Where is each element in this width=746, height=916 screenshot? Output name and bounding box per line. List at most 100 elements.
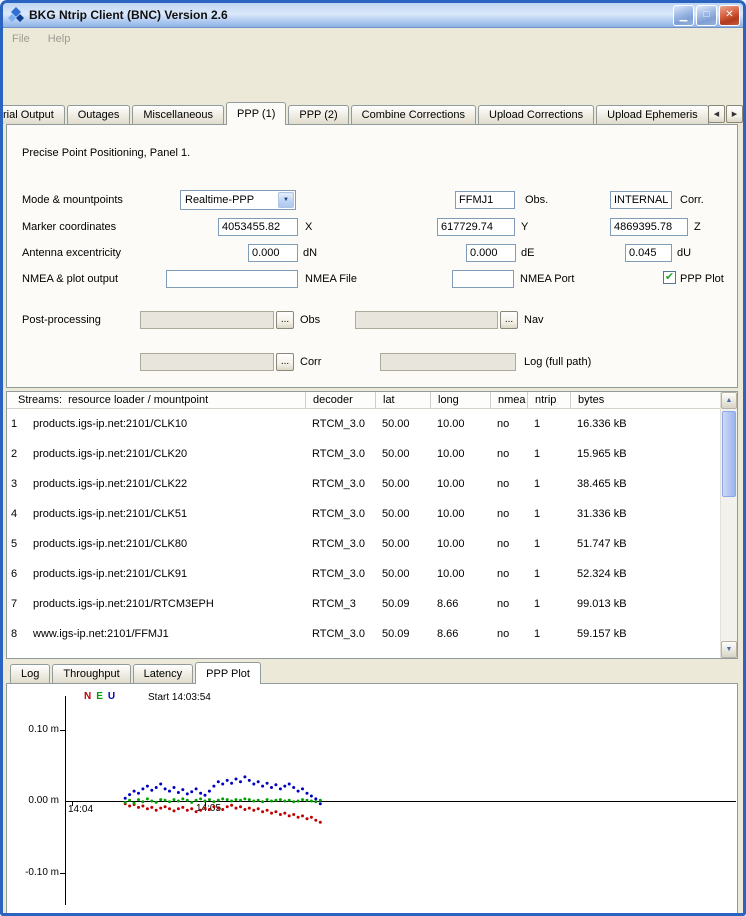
plot-point-u <box>173 786 176 789</box>
table-row[interactable]: 6products.igs-ip.net:2101/CLK91RTCM_3.05… <box>7 559 737 589</box>
header-lat[interactable]: lat <box>375 392 430 408</box>
plot-point-e <box>212 800 215 803</box>
marker-z-field[interactable] <box>610 218 688 236</box>
cell-num: 7 <box>7 589 26 619</box>
table-row[interactable]: 3products.igs-ip.net:2101/CLK22RTCM_3.05… <box>7 469 737 499</box>
tab-outages[interactable]: Outages <box>67 105 131 124</box>
table-row[interactable]: 8www.igs-ip.net:2101/FFMJ1RTCM_3.050.098… <box>7 619 737 649</box>
du-field[interactable] <box>625 244 672 262</box>
menu-file[interactable]: File <box>12 33 30 45</box>
obs-browse-button[interactable]: ... <box>276 311 294 329</box>
table-row[interactable]: 4products.igs-ip.net:2101/CLK51RTCM_3.05… <box>7 499 737 529</box>
plot-point-n <box>239 805 242 808</box>
tab-upload-ephemeris[interactable]: Upload Ephemeris <box>596 105 709 124</box>
log-file-field <box>380 353 516 371</box>
plot-point-e <box>137 798 140 801</box>
top-tabstrip: rial OutputOutagesMiscellaneousPPP (1)PP… <box>6 101 740 124</box>
mode-select[interactable]: Realtime-PPP ▼ <box>180 190 296 210</box>
tab-scroll-left-button[interactable]: ◀ <box>708 105 725 123</box>
plot-point-u <box>261 785 264 788</box>
nmea-label: NMEA & plot output <box>22 273 118 285</box>
tab-upload-corrections[interactable]: Upload Corrections <box>478 105 594 124</box>
table-row[interactable]: 7products.igs-ip.net:2101/RTCM3EPHRTCM_3… <box>7 589 737 619</box>
plot-point-u <box>243 775 246 778</box>
close-button[interactable]: ✕ <box>719 5 740 26</box>
cell-num: 1 <box>7 409 26 439</box>
tab-scroll-right-button[interactable]: ▶ <box>726 105 743 123</box>
corr-browse-button[interactable]: ... <box>276 353 294 371</box>
plot-point-e <box>164 799 167 802</box>
tab-miscellaneous[interactable]: Miscellaneous <box>132 105 224 124</box>
cell-ntrip: 1 <box>527 439 570 469</box>
nmea-file-field[interactable] <box>166 270 298 288</box>
corr-mountpoint-field[interactable] <box>610 191 672 209</box>
cell-mount: products.igs-ip.net:2101/CLK10 <box>26 409 305 439</box>
cell-lat: 50.09 <box>375 619 430 649</box>
header-mountpoint[interactable]: Streams: resource loader / mountpoint <box>7 392 305 408</box>
bottom-tabstrip: LogThroughputLatencyPPP Plot <box>6 661 740 683</box>
cell-long: 8.66 <box>430 589 490 619</box>
plot-point-n <box>279 813 282 816</box>
maximize-button[interactable]: □ <box>696 5 717 26</box>
tab-scroll-arrows: ◀ ▶ <box>708 105 743 912</box>
tab-combine-corrections[interactable]: Combine Corrections <box>351 105 476 124</box>
nmea-port-field[interactable] <box>452 270 514 288</box>
marker-x-field[interactable] <box>218 218 298 236</box>
table-row[interactable]: 2products.igs-ip.net:2101/CLK20RTCM_3.05… <box>7 439 737 469</box>
plot-point-n <box>137 806 140 809</box>
cell-ntrip: 1 <box>527 409 570 439</box>
tab-rial-output[interactable]: rial Output <box>0 105 65 124</box>
plot-point-e <box>314 800 317 803</box>
plot-point-e <box>319 799 322 802</box>
bottom-tab-ppp-plot[interactable]: PPP Plot <box>195 662 261 684</box>
nav-file-field <box>355 311 498 329</box>
plot-point-u <box>155 786 158 789</box>
minimize-button[interactable]: ▁ <box>673 5 694 26</box>
panel-title: Precise Point Positioning, Panel 1. <box>22 147 190 159</box>
header-nmea[interactable]: nmea <box>490 392 527 408</box>
plot-point-e <box>266 798 269 801</box>
y-label: Y <box>521 221 528 233</box>
plot-point-n <box>310 816 313 819</box>
nav-browse-button[interactable]: ... <box>500 311 518 329</box>
dn-field[interactable] <box>248 244 298 262</box>
maximize-icon: □ <box>703 10 709 20</box>
marker-y-field[interactable] <box>437 218 515 236</box>
plot-point-e <box>204 800 207 803</box>
plot-point-e <box>301 798 304 801</box>
marker-label: Marker coordinates <box>22 221 116 233</box>
plot-point-e <box>159 798 162 801</box>
header-long[interactable]: long <box>430 392 490 408</box>
obs-mountpoint-field[interactable] <box>455 191 515 209</box>
de-field[interactable] <box>466 244 516 262</box>
plot-point-u <box>208 790 211 793</box>
plot-point-n <box>257 807 260 810</box>
cell-nmea: no <box>490 529 527 559</box>
tab-ppp-1-[interactable]: PPP (1) <box>226 102 286 125</box>
bottom-tab-latency[interactable]: Latency <box>133 664 194 683</box>
chevron-down-icon: ▼ <box>278 192 294 208</box>
header-decoder[interactable]: decoder <box>305 392 375 408</box>
plot-point-e <box>190 801 193 804</box>
streams-table-body: 1products.igs-ip.net:2101/CLK10RTCM_3.05… <box>7 409 737 649</box>
ppp-plot-checkbox[interactable]: ✔ <box>663 271 676 284</box>
plot-point-e <box>279 798 282 801</box>
header-ntrip[interactable]: ntrip <box>527 392 570 408</box>
bottom-tab-throughput[interactable]: Throughput <box>52 664 130 683</box>
plot-point-u <box>283 785 286 788</box>
plot-point-e <box>128 799 131 802</box>
cell-lat: 50.00 <box>375 469 430 499</box>
bottom-tab-log[interactable]: Log <box>10 664 50 683</box>
plot-point-u <box>181 788 184 791</box>
table-row[interactable]: 1products.igs-ip.net:2101/CLK10RTCM_3.05… <box>7 409 737 439</box>
close-icon: ✕ <box>725 10 733 20</box>
cell-long: 10.00 <box>430 529 490 559</box>
plot-point-n <box>146 807 149 810</box>
plot-point-u <box>230 782 233 785</box>
tab-ppp-2-[interactable]: PPP (2) <box>288 105 348 124</box>
table-row[interactable]: 5products.igs-ip.net:2101/CLK80RTCM_3.05… <box>7 529 737 559</box>
window-title: BKG Ntrip Client (BNC) Version 2.6 <box>29 8 673 22</box>
menu-help[interactable]: Help <box>48 33 71 45</box>
log-file-label: Log (full path) <box>524 356 591 368</box>
plot-point-n <box>297 816 300 819</box>
